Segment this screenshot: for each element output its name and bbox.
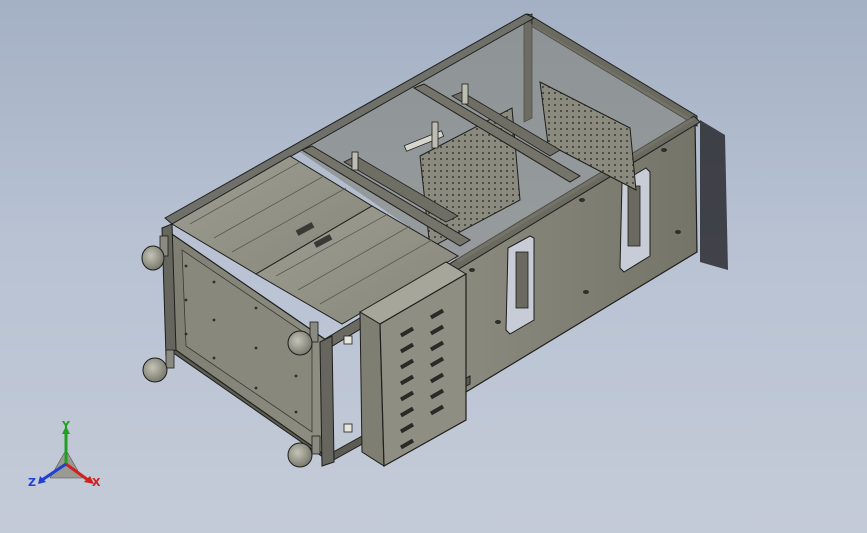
triad-x-label: X [92,476,101,489]
bracket-1 [515,251,529,309]
connector-2[interactable] [343,423,353,433]
triad-y-label: Y [61,420,71,432]
connector-1[interactable] [343,335,353,345]
bracket-2 [627,185,641,247]
leveling-foot-2[interactable] [142,349,175,383]
triad-z-label: Z [28,476,36,489]
graphics-viewport[interactable]: Y X Z [0,0,867,533]
floor-shadow [700,120,728,270]
cad-model[interactable] [0,0,867,533]
corner-post-front-right [319,335,335,467]
orientation-triad[interactable]: Y X Z [26,420,106,492]
